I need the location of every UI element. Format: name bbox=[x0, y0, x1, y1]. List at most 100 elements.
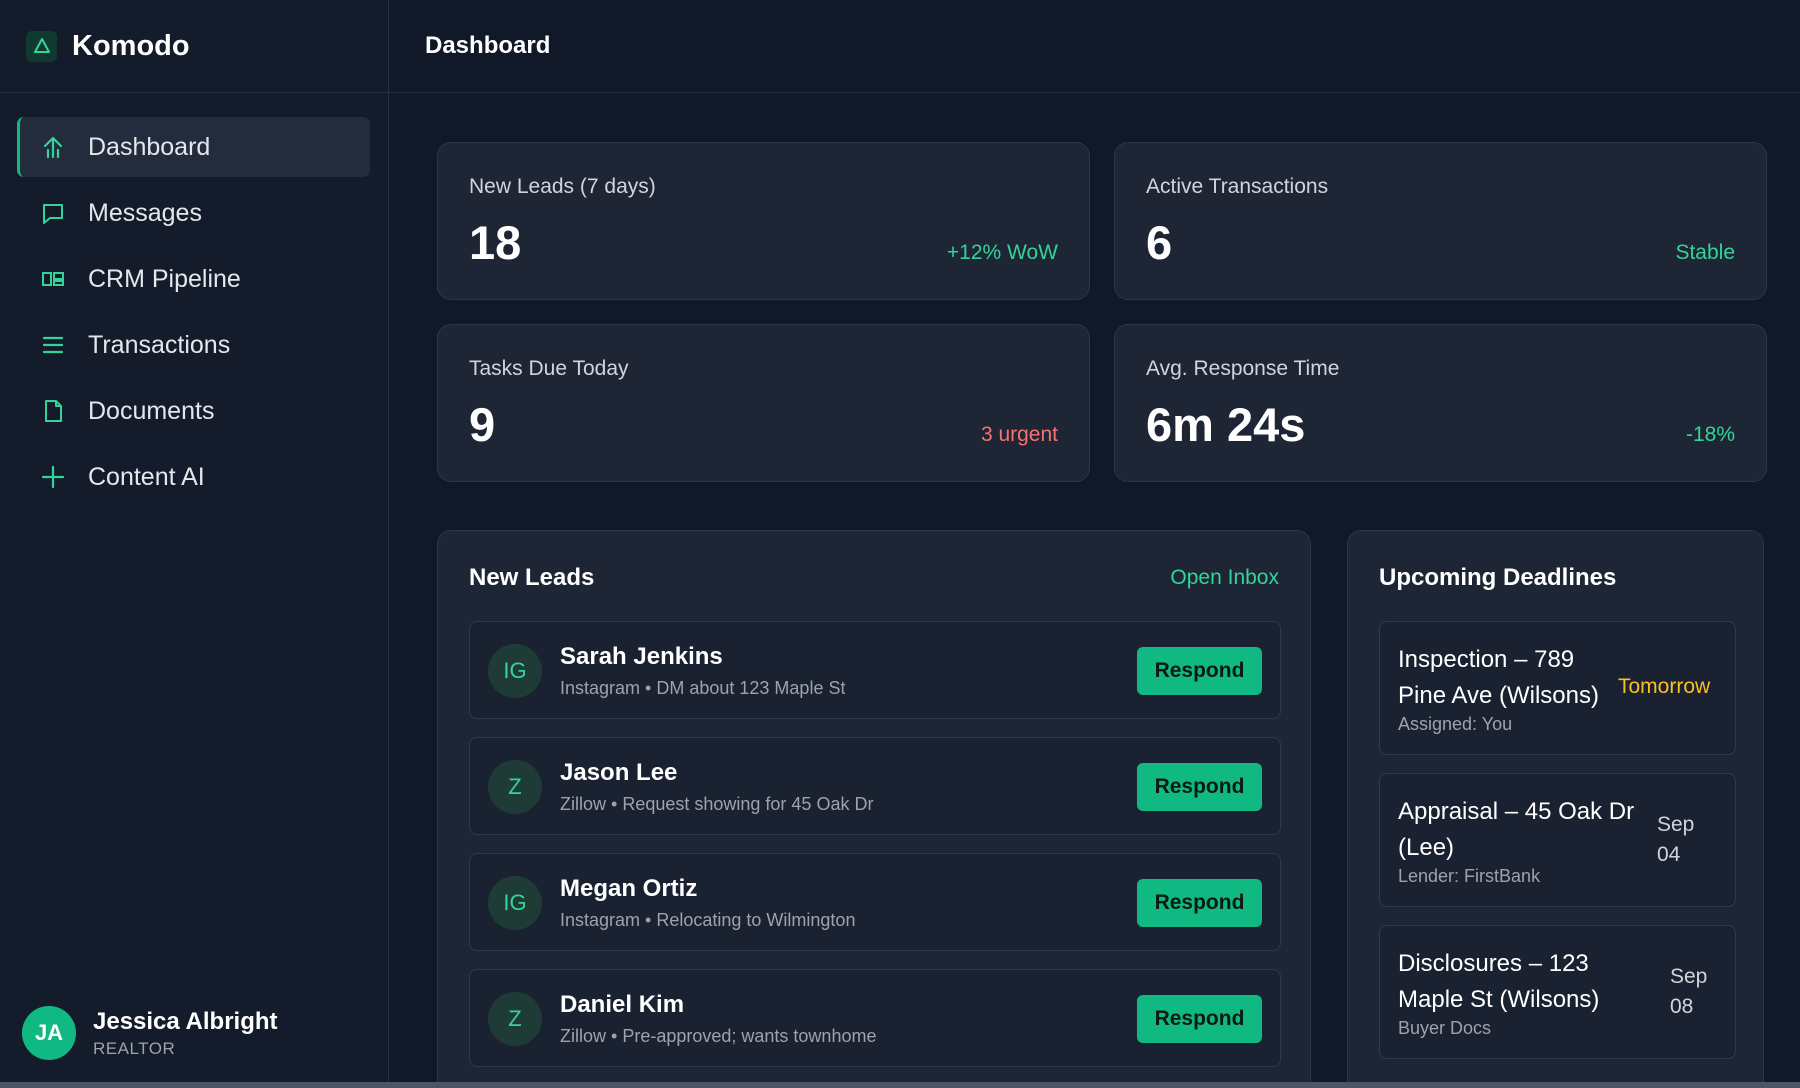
lead-note: Relocating to Wilmington bbox=[656, 910, 856, 930]
lead-name: Sarah Jenkins bbox=[560, 643, 723, 670]
stat-label: New Leads (7 days) bbox=[469, 175, 656, 198]
lead-name: Daniel Kim bbox=[560, 991, 685, 1018]
deadline-subtitle: Assigned: You bbox=[1398, 714, 1513, 734]
app-root: Komodo Dashboard Messages CRM Pipeline T… bbox=[0, 0, 1800, 1082]
stat-card-new-leads: New Leads (7 days) 18 +12% WoW bbox=[437, 142, 1090, 300]
arrow-up-icon bbox=[39, 133, 67, 161]
lead-name: Jason Lee bbox=[560, 759, 678, 786]
sidebar-item-messages[interactable]: Messages bbox=[17, 183, 370, 243]
lead-source-avatar: Z bbox=[488, 760, 542, 814]
deadline-item[interactable]: Appraisal – 45 Oak Dr (Lee) Lender: Firs… bbox=[1379, 773, 1736, 907]
deadline-date-line: Sep bbox=[1670, 965, 1708, 988]
sidebar-item-label: Dashboard bbox=[88, 132, 211, 161]
lead-source-avatar: IG bbox=[488, 644, 542, 698]
sidebar-item-label: Documents bbox=[88, 396, 215, 425]
stat-delta: +12% WoW bbox=[946, 241, 1058, 264]
lead-row[interactable]: Z Daniel Kim Zillow • Pre-approved; want… bbox=[469, 969, 1281, 1067]
lead-details: Zillow • Pre-approved; wants townhome bbox=[560, 1026, 877, 1046]
respond-button[interactable]: Respond bbox=[1137, 879, 1262, 927]
avatar: JA bbox=[22, 1006, 76, 1060]
deadline-date: Sep 04 bbox=[1657, 810, 1694, 870]
stat-delta: Stable bbox=[1675, 241, 1735, 264]
deadline-date-line: Tomorrow bbox=[1618, 675, 1711, 698]
stat-label: Avg. Response Time bbox=[1146, 357, 1340, 380]
stat-label: Tasks Due Today bbox=[469, 357, 629, 380]
stat-card-response-time: Avg. Response Time 6m 24s -18% bbox=[1114, 324, 1767, 482]
deadline-title-line: Maple St (Wilsons) bbox=[1398, 986, 1600, 1013]
user-info: Jessica Albright REALTOR bbox=[93, 1008, 278, 1059]
deadline-date-line: 04 bbox=[1657, 843, 1681, 866]
sidebar-item-documents[interactable]: Documents bbox=[17, 381, 370, 441]
deadline-title: Disclosures – 123 Maple St (Wilsons) bbox=[1398, 946, 1599, 1018]
lead-row[interactable]: Z Jason Lee Zillow • Request showing for… bbox=[469, 737, 1281, 835]
sidebar-item-label: Messages bbox=[88, 198, 202, 227]
stat-delta: 3 urgent bbox=[980, 423, 1058, 446]
panel-title: Upcoming Deadlines bbox=[1379, 564, 1617, 591]
sidebar-item-label: CRM Pipeline bbox=[88, 264, 241, 293]
user-profile[interactable]: JA Jessica Albright REALTOR bbox=[22, 1006, 278, 1060]
stat-card-tasks-due: Tasks Due Today 9 3 urgent bbox=[437, 324, 1090, 482]
lead-row[interactable]: IG Megan Ortiz Instagram • Relocating to… bbox=[469, 853, 1281, 951]
stat-value: 9 bbox=[469, 398, 496, 451]
deadline-date-line: Sep bbox=[1657, 813, 1695, 836]
lead-source: Instagram bbox=[560, 910, 641, 930]
chat-bubble-icon bbox=[39, 199, 67, 227]
triangle-logo-icon bbox=[26, 30, 57, 62]
lead-details: Instagram • Relocating to Wilmington bbox=[560, 910, 856, 930]
lead-source: Instagram bbox=[560, 678, 641, 698]
stat-value: 6 bbox=[1146, 216, 1173, 269]
stat-label: Active Transactions bbox=[1146, 175, 1329, 198]
lead-details: Zillow • Request showing for 45 Oak Dr bbox=[560, 794, 874, 814]
sidebar-item-content-ai[interactable]: Content AI bbox=[17, 447, 370, 507]
sidebar-item-dashboard[interactable]: Dashboard bbox=[17, 117, 370, 177]
lead-note: DM about 123 Maple St bbox=[656, 678, 846, 698]
user-name: Jessica Albright bbox=[93, 1007, 278, 1035]
stat-card-active-transactions: Active Transactions 6 Stable bbox=[1114, 142, 1767, 300]
lead-source-avatar: IG bbox=[488, 876, 542, 930]
deadline-title: Appraisal – 45 Oak Dr (Lee) bbox=[1398, 794, 1634, 866]
sidebar-item-transactions[interactable]: Transactions bbox=[17, 315, 370, 375]
deadline-item[interactable]: Disclosures – 123 Maple St (Wilsons) Buy… bbox=[1379, 925, 1736, 1059]
list-icon bbox=[39, 331, 67, 359]
lead-name: Megan Ortiz bbox=[560, 875, 698, 902]
upcoming-deadlines-panel: Upcoming Deadlines Inspection – 789 Pine… bbox=[1347, 530, 1764, 1082]
open-inbox-link[interactable]: Open Inbox bbox=[1170, 566, 1279, 590]
sidebar-item-label: Transactions bbox=[88, 330, 231, 359]
kanban-icon bbox=[39, 265, 67, 293]
deadline-title-line: Inspection – 789 bbox=[1398, 646, 1575, 673]
respond-button[interactable]: Respond bbox=[1137, 647, 1262, 695]
stat-delta: -18% bbox=[1685, 423, 1735, 446]
stat-value: 18 bbox=[469, 216, 522, 269]
top-header: Dashboard bbox=[389, 0, 1800, 93]
respond-button[interactable]: Respond bbox=[1137, 995, 1262, 1043]
deadline-title-line: Appraisal – 45 Oak Dr bbox=[1398, 798, 1635, 825]
deadline-item[interactable]: Inspection – 789 Pine Ave (Wilsons) Assi… bbox=[1379, 621, 1736, 755]
sidebar-item-crm-pipeline[interactable]: CRM Pipeline bbox=[17, 249, 370, 309]
deadline-title: Inspection – 789 Pine Ave (Wilsons) bbox=[1398, 642, 1599, 714]
lead-note: Request showing for 45 Oak Dr bbox=[622, 794, 874, 814]
document-icon bbox=[39, 397, 67, 425]
deadline-title-line: Disclosures – 123 bbox=[1398, 950, 1589, 977]
lead-source: Zillow bbox=[560, 794, 607, 814]
brand[interactable]: Komodo bbox=[0, 0, 388, 93]
window-bottom-edge bbox=[0, 1082, 1800, 1088]
user-role: REALTOR bbox=[93, 1038, 176, 1058]
lead-details: Instagram • DM about 123 Maple St bbox=[560, 678, 846, 698]
deadline-subtitle: Buyer Docs bbox=[1398, 1018, 1492, 1038]
brand-name: Komodo bbox=[72, 29, 190, 62]
sidebar: Komodo Dashboard Messages CRM Pipeline T… bbox=[0, 0, 389, 1082]
deadline-subtitle: Lender: FirstBank bbox=[1398, 866, 1541, 886]
deadline-date: Sep 08 bbox=[1670, 962, 1707, 1022]
deadline-title-line: Pine Ave (Wilsons) bbox=[1398, 682, 1599, 709]
plus-icon bbox=[39, 463, 67, 491]
lead-note: Pre-approved; wants townhome bbox=[622, 1026, 877, 1046]
sidebar-item-label: Content AI bbox=[88, 462, 205, 491]
new-leads-panel: New Leads Open Inbox IG Sarah Jenkins In… bbox=[437, 530, 1311, 1082]
respond-button[interactable]: Respond bbox=[1137, 763, 1262, 811]
page-title: Dashboard bbox=[425, 32, 551, 59]
lead-source-avatar: Z bbox=[488, 992, 542, 1046]
lead-row[interactable]: IG Sarah Jenkins Instagram • DM about 12… bbox=[469, 621, 1281, 719]
panel-title: New Leads bbox=[469, 564, 595, 591]
stat-value: 6m 24s bbox=[1146, 398, 1306, 451]
deadline-date: Tomorrow bbox=[1618, 672, 1710, 702]
